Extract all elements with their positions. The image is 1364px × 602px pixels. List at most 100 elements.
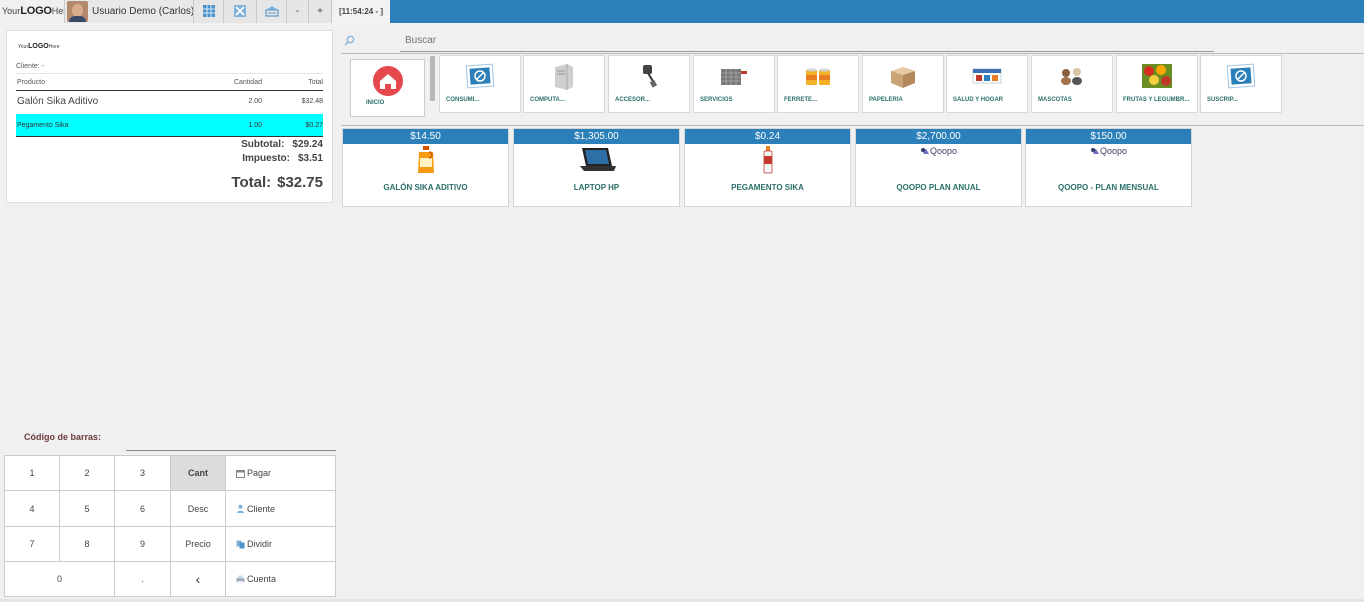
zoom-in-button[interactable]: +: [308, 0, 331, 23]
category-home[interactable]: INICIO: [350, 59, 425, 117]
no-image-icon: [465, 63, 495, 89]
usb-adapter-icon: [643, 65, 658, 88]
category-salud-hogar[interactable]: SALUD Y HOGAR: [946, 55, 1028, 113]
account-button[interactable]: Cuenta: [225, 561, 336, 597]
home-icon: [373, 66, 403, 96]
category-suscripciones[interactable]: SUSCRIP...: [1200, 55, 1282, 113]
zoom-out-button[interactable]: -: [286, 0, 308, 23]
calendar-icon: [236, 469, 245, 478]
tables-button[interactable]: [193, 0, 223, 23]
split-button[interactable]: Dividir: [225, 526, 336, 562]
key-8[interactable]: 8: [59, 526, 115, 562]
category-ferreteria[interactable]: FERRETE...: [777, 55, 859, 113]
order-line-selected[interactable]: Pegamento Sika 1.00 $0.27: [16, 114, 323, 137]
split-label: Dividir: [247, 539, 273, 549]
cash-drawer-button[interactable]: [256, 0, 286, 23]
category-label: INICIO: [366, 100, 385, 106]
category-label: CONSUMI...: [446, 97, 480, 103]
receipt-logo: YourLOGOHere: [18, 43, 60, 50]
printer-icon: [236, 575, 245, 583]
laptop-icon: [579, 148, 616, 171]
product-card[interactable]: $1,305.00 LAPTOP HP: [513, 128, 680, 207]
search-input[interactable]: [400, 30, 1214, 52]
no-image-icon: [1226, 63, 1256, 89]
key-2[interactable]: 2: [59, 455, 115, 491]
product-price: $2,700.00: [856, 129, 1021, 144]
qoopo-logo-text: Qoopo: [929, 146, 958, 156]
server-rack-icon: [721, 69, 747, 85]
user-icon: [237, 504, 244, 513]
category-consumibles[interactable]: CONSUMI...: [439, 55, 521, 113]
product-card[interactable]: $150.00 Qoopo QOOPO - PLAN MENSUAL: [1025, 128, 1192, 207]
barcode-label: Código de barras:: [24, 432, 102, 442]
mode-quantity-button[interactable]: Cant: [170, 455, 226, 491]
divider: [341, 125, 1364, 126]
product-card[interactable]: $0.24 PEGAMENTO SIKA: [684, 128, 851, 207]
pay-button[interactable]: Pagar: [225, 455, 336, 491]
backspace-icon: ‹: [195, 571, 201, 587]
category-scroll-handle[interactable]: [430, 56, 435, 101]
category-label: FERRETE...: [784, 97, 818, 103]
user-menu-button[interactable]: Usuario Demo (Carlos): [64, 0, 195, 23]
user-name: Usuario Demo (Carlos): [92, 6, 195, 17]
paint-buckets-icon: [806, 68, 830, 85]
category-label: PAPELERÍA: [869, 97, 903, 103]
category-mascotas[interactable]: MASCOTAS: [1031, 55, 1113, 113]
category-computadoras[interactable]: COMPUTA...: [523, 55, 605, 113]
product-name: GALÓN SIKA ADITIVO: [383, 183, 468, 192]
category-accesorios[interactable]: ACCESOR...: [608, 55, 690, 113]
line-product: Galón Sika Aditivo: [17, 96, 99, 107]
subtotal-row: Subtotal: $29.24: [241, 139, 323, 150]
category-label: FRUTAS Y LEGUMBR...: [1123, 97, 1190, 103]
key-6[interactable]: 6: [114, 490, 171, 527]
product-card[interactable]: $14.50 GALÓN SIKA ADITIVO: [342, 128, 509, 207]
backspace-button[interactable]: ‹: [170, 561, 226, 597]
category-papeleria[interactable]: PAPELERÍA: [862, 55, 944, 113]
fruits-icon: [1142, 64, 1172, 88]
mode-discount-button[interactable]: Desc: [170, 490, 226, 527]
customer-button[interactable]: Cliente: [225, 490, 336, 527]
key-decimal[interactable]: .: [114, 561, 171, 597]
tax-label: Impuesto:: [242, 153, 290, 164]
close-table-button[interactable]: [223, 0, 256, 23]
search-icon: [344, 35, 355, 46]
product-card[interactable]: $2,700.00 Qoopo QOOPO PLAN ANUAL: [855, 128, 1022, 207]
category-frutas-legumbres[interactable]: FRUTAS Y LEGUMBR...: [1116, 55, 1198, 113]
category-label: SALUD Y HOGAR: [953, 97, 1004, 103]
qoopo-logo-icon: Qoopo: [1026, 145, 1191, 157]
order-line[interactable]: Galón Sika Aditivo 2.00 $32.48: [16, 96, 323, 116]
clock-button[interactable]: [11:54:24 - ]: [331, 0, 390, 23]
receipt-header: Producto Cantidad Total: [16, 79, 323, 91]
header-total: Total: [308, 79, 323, 86]
computer-tower-icon: [555, 64, 573, 90]
category-label: ACCESOR...: [615, 97, 651, 103]
key-0[interactable]: 0: [4, 561, 115, 597]
pay-label: Pagar: [247, 468, 272, 478]
tax-value: $3.51: [297, 153, 323, 164]
split-icon: [236, 540, 245, 548]
cardboard-box-icon: [891, 67, 915, 88]
divider: [341, 53, 1364, 54]
order-receipt: YourLOGOHere Cliente: - Producto Cantida…: [6, 30, 333, 203]
category-servicios[interactable]: SERVICIOS: [693, 55, 775, 113]
mode-price-button[interactable]: Precio: [170, 526, 226, 562]
avatar: [67, 1, 88, 22]
health-products-icon: [972, 68, 1002, 84]
key-7[interactable]: 7: [4, 526, 60, 562]
total-row: Total: $32.75: [231, 174, 323, 191]
barcode-input[interactable]: [126, 430, 336, 451]
line-total: $0.27: [305, 122, 323, 129]
product-price: $14.50: [343, 129, 508, 144]
table-grid-icon: [202, 5, 215, 17]
key-5[interactable]: 5: [59, 490, 115, 527]
product-price: $150.00: [1026, 129, 1191, 144]
key-1[interactable]: 1: [4, 455, 60, 491]
key-3[interactable]: 3: [114, 455, 171, 491]
tax-row: Impuesto: $3.51: [242, 153, 323, 164]
gallon-jug-icon: [417, 146, 434, 173]
product-name: LAPTOP HP: [573, 183, 620, 192]
receipt-client: Cliente: -: [16, 63, 323, 74]
key-9[interactable]: 9: [114, 526, 171, 562]
key-4[interactable]: 4: [4, 490, 60, 527]
total-value: $32.75: [277, 174, 323, 191]
